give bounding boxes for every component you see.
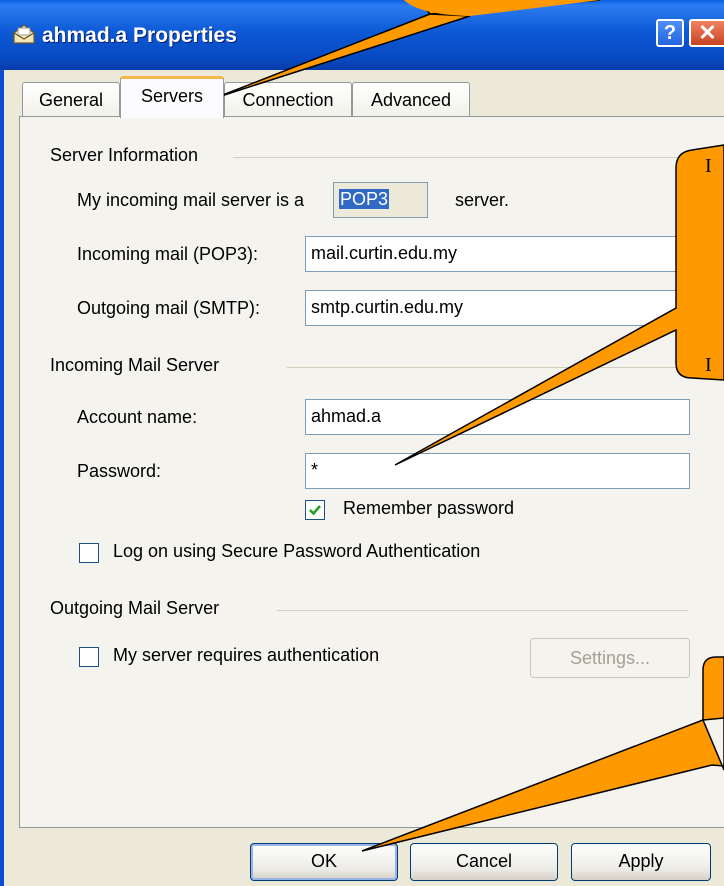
- callout-text-fragment: I: [705, 354, 712, 376]
- callout-overlay: [214, 0, 724, 852]
- callout-servers-tab: [214, 0, 601, 99]
- tab-servers[interactable]: Servers: [120, 76, 224, 118]
- callout-password: [394, 144, 724, 466]
- callout-text-fragment: I: [705, 155, 712, 177]
- callout-ok-button: [361, 656, 724, 852]
